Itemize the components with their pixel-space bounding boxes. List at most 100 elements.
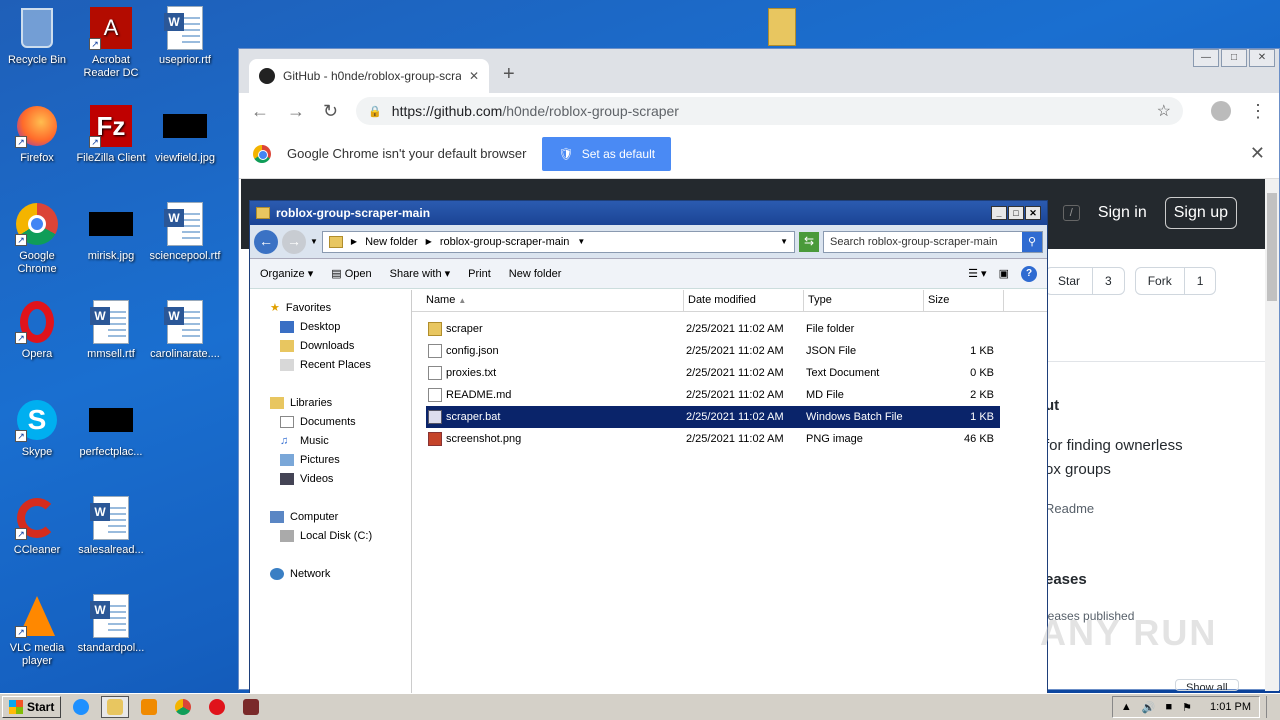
desktop-icon-opera[interactable]: ↗ Opera bbox=[0, 300, 74, 361]
search-icon[interactable]: ⚲ bbox=[1022, 231, 1042, 252]
view-options-icon[interactable]: ☰ ▾ bbox=[968, 267, 986, 280]
refresh-icon[interactable]: ⇆ bbox=[799, 231, 819, 252]
nav-network[interactable]: Network bbox=[250, 564, 411, 583]
desktop-icon-vlc[interactable]: ↗ VLC media player bbox=[0, 594, 74, 668]
file-row-scraper[interactable]: scraper 2/25/2021 11:02 AM File folder bbox=[426, 318, 1000, 340]
flag-icon[interactable]: ⚑ bbox=[1182, 701, 1192, 714]
sign-in-link[interactable]: Sign in bbox=[1098, 204, 1147, 222]
nav-desktop[interactable]: Desktop bbox=[250, 317, 411, 336]
nav-music[interactable]: ♫ Music bbox=[250, 431, 411, 450]
file-row-config-json[interactable]: config.json 2/25/2021 11:02 AM JSON File… bbox=[426, 340, 1000, 362]
sign-up-button[interactable]: Sign up bbox=[1164, 197, 1237, 229]
clock[interactable]: 1:01 PM bbox=[1210, 701, 1251, 713]
desktop-icon-firefox[interactable]: ↗ Firefox bbox=[0, 104, 74, 165]
breadcrumb-item[interactable]: New folder bbox=[365, 236, 418, 248]
nav-documents[interactable]: Documents bbox=[250, 412, 411, 431]
desktop-icon-mmsell[interactable]: W mmsell.rtf bbox=[74, 300, 148, 361]
open-button[interactable]: ▤ Open bbox=[331, 267, 371, 280]
desktop-icon-sciencepool[interactable]: W sciencepool.rtf bbox=[148, 202, 222, 263]
taskbar-ie[interactable] bbox=[67, 696, 95, 718]
desktop-icon-chrome[interactable]: ↗ Google Chrome bbox=[0, 202, 74, 276]
forward-icon[interactable]: → bbox=[287, 101, 305, 122]
desktop-icon-mirisk[interactable]: mirisk.jpg bbox=[74, 202, 148, 263]
minimize-button[interactable]: — bbox=[1193, 49, 1219, 67]
nav-libraries[interactable]: Libraries bbox=[250, 393, 411, 412]
new-tab-button[interactable]: + bbox=[503, 63, 515, 86]
taskbar-chrome[interactable] bbox=[169, 696, 197, 718]
address-bar[interactable]: ▶ New folder ▶ roblox-group-scraper-main… bbox=[321, 230, 795, 253]
show-desktop-button[interactable] bbox=[1266, 696, 1278, 718]
desktop-icon-filezilla[interactable]: Fz ↗ FileZilla Client bbox=[74, 104, 148, 165]
chevron-down-icon[interactable]: ▼ bbox=[310, 237, 318, 246]
taskbar-app[interactable] bbox=[237, 696, 265, 718]
desktop-icon-ccleaner[interactable]: ↗ CCleaner bbox=[0, 496, 74, 557]
column-size[interactable]: Size bbox=[924, 290, 1004, 311]
network-icon[interactable]: ■ bbox=[1166, 701, 1173, 713]
preview-pane-icon[interactable]: ▣ bbox=[999, 267, 1009, 280]
desktop-icon-acrobat[interactable]: A ↗ Acrobat Reader DC bbox=[74, 6, 148, 80]
taskbar-opera[interactable] bbox=[203, 696, 231, 718]
start-button[interactable]: Start bbox=[2, 696, 62, 718]
back-icon[interactable]: ← bbox=[251, 101, 269, 122]
close-button[interactable]: ✕ bbox=[1025, 206, 1041, 220]
desktop-icon-carolinarate[interactable]: W carolinarate.... bbox=[148, 300, 222, 361]
search-input[interactable]: Search roblox-group-scraper-main ⚲ bbox=[823, 230, 1043, 253]
restore-button[interactable]: □ bbox=[1221, 49, 1247, 67]
breadcrumb-item[interactable]: roblox-group-scraper-main bbox=[440, 236, 570, 248]
desktop-icon-perfectplac[interactable]: perfectplac... bbox=[74, 398, 148, 459]
desktop-icon-salesalread[interactable]: W salesalread... bbox=[74, 496, 148, 557]
set-default-button[interactable]: 🛡 Set as default bbox=[542, 136, 672, 171]
readme-link[interactable]: Readme bbox=[1045, 501, 1094, 516]
desktop-icon-skype[interactable]: S ↗ Skype bbox=[0, 398, 74, 459]
taskbar-media-player[interactable] bbox=[135, 696, 163, 718]
chevron-down-icon[interactable]: ▼ bbox=[780, 237, 788, 246]
minimize-button[interactable]: _ bbox=[991, 206, 1007, 220]
nav-local-disk[interactable]: Local Disk (C:) bbox=[250, 526, 411, 545]
tab-close-icon[interactable]: ✕ bbox=[469, 69, 479, 83]
close-button[interactable]: ✕ bbox=[1249, 49, 1275, 67]
file-list: Name ▲ Date modified Type Size scraper 2… bbox=[412, 290, 1047, 693]
page-scrollbar[interactable] bbox=[1265, 179, 1279, 691]
nav-pictures[interactable]: Pictures bbox=[250, 450, 411, 469]
share-with-button[interactable]: Share with ▾ bbox=[390, 267, 451, 280]
word-doc-icon: W bbox=[164, 6, 203, 50]
bookmark-star-icon[interactable]: ☆ bbox=[1157, 101, 1171, 121]
nav-videos[interactable]: Videos bbox=[250, 469, 411, 488]
file-row-scraper-bat[interactable]: scraper.bat 2/25/2021 11:02 AM Windows B… bbox=[426, 406, 1000, 428]
profile-avatar-icon[interactable] bbox=[1211, 101, 1231, 121]
organize-button[interactable]: Organize ▾ bbox=[260, 267, 313, 280]
file-row-readme-md[interactable]: README.md 2/25/2021 11:02 AM MD File 2 K… bbox=[426, 384, 1000, 406]
show-hidden-icons[interactable]: ▲ bbox=[1121, 701, 1132, 713]
file-row-screenshot-png[interactable]: screenshot.png 2/25/2021 11:02 AM PNG im… bbox=[426, 428, 1000, 450]
close-icon[interactable]: ✕ bbox=[1250, 143, 1265, 164]
nav-recent-places[interactable]: Recent Places bbox=[250, 355, 411, 374]
taskbar-explorer[interactable] bbox=[101, 696, 130, 718]
address-bar[interactable]: 🔒 https://github.com/h0nde/roblox-group-… bbox=[356, 97, 1183, 125]
tab-github[interactable]: GitHub - h0nde/roblox-group-scrape ✕ bbox=[249, 59, 489, 93]
help-icon[interactable]: ? bbox=[1021, 265, 1037, 282]
desktop-icon-useprior[interactable]: W useprior.rtf bbox=[148, 6, 222, 67]
back-icon[interactable]: ← bbox=[254, 229, 278, 254]
explorer-address-row: ← → ▼ ▶ New folder ▶ roblox-group-scrape… bbox=[250, 225, 1047, 259]
desktop-icon-recycle-bin[interactable]: Recycle Bin bbox=[0, 6, 74, 67]
nav-favorites[interactable]: ★ Favorites bbox=[250, 298, 411, 317]
print-button[interactable]: Print bbox=[468, 268, 491, 280]
show-all-button[interactable]: Show all bbox=[1175, 679, 1239, 691]
word-doc-icon: W bbox=[90, 594, 129, 638]
star-button[interactable]: Star 3 bbox=[1045, 267, 1125, 295]
column-date[interactable]: Date modified bbox=[684, 290, 804, 311]
column-type[interactable]: Type bbox=[804, 290, 924, 311]
forward-icon[interactable]: → bbox=[282, 229, 306, 254]
fork-button[interactable]: Fork 1 bbox=[1134, 267, 1217, 295]
desktop-icon-viewfield[interactable]: viewfield.jpg bbox=[148, 104, 222, 165]
maximize-button[interactable]: □ bbox=[1008, 206, 1024, 220]
menu-icon[interactable]: ⋮ bbox=[1249, 101, 1267, 122]
file-row-proxies-txt[interactable]: proxies.txt 2/25/2021 11:02 AM Text Docu… bbox=[426, 362, 1000, 384]
nav-downloads[interactable]: Downloads bbox=[250, 336, 411, 355]
nav-computer[interactable]: Computer bbox=[250, 507, 411, 526]
reload-icon[interactable]: ↻ bbox=[323, 101, 338, 122]
column-name[interactable]: Name ▲ bbox=[412, 290, 684, 311]
desktop-icon-standardpol[interactable]: W standardpol... bbox=[74, 594, 148, 655]
volume-icon[interactable]: 🔊 bbox=[1142, 701, 1156, 714]
new-folder-button[interactable]: New folder bbox=[509, 268, 562, 280]
